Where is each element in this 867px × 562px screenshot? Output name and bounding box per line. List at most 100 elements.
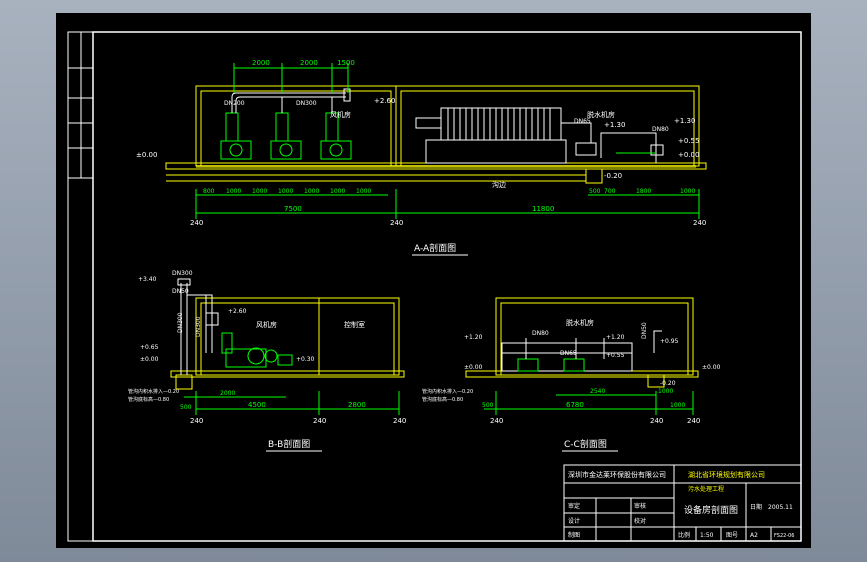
tb-value-scale: 1:50 [700, 532, 714, 539]
cc-sub-dim: 2540 [590, 388, 605, 395]
cc-room-label: 脱水机房 [566, 318, 594, 327]
tb-label: 审核 [634, 502, 646, 510]
cc-pipe-label: DN80 [532, 330, 549, 337]
cc-dim: 1000 [670, 402, 685, 409]
aa-blower-1 [220, 112, 252, 160]
cc-elevation: +0.55 [606, 352, 625, 359]
cc-elevation: -0.20 [660, 380, 676, 387]
bb-floor-slab [170, 370, 405, 378]
aa-bottom-dim: 1000 [278, 188, 293, 195]
aa-top-dim-line [233, 63, 349, 93]
bb-pipe-label: DN300 [172, 270, 193, 277]
cc-dim: 6780 [566, 401, 584, 409]
bb-note: 管沟内积水排入—0.20 [128, 388, 179, 395]
aa-blower-2 [270, 112, 302, 160]
aa-pump-set [575, 132, 664, 163]
bb-room-label: 风机房 [256, 320, 277, 329]
aa-blower-3 [320, 112, 352, 160]
aa-filter-press [415, 107, 592, 164]
aa-pipe-label: DN200 [224, 100, 245, 107]
cc-pipe-label: DN50 [641, 322, 648, 339]
aa-dewater-room-inner [400, 90, 695, 167]
aa-wall-mark: 240 [190, 219, 203, 227]
cc-elevation: +1.20 [606, 334, 625, 341]
bb-wall-mark: 240 [190, 417, 203, 425]
cc-equipment [501, 330, 662, 372]
section-aa: 2000 2000 1500 DN200 DN300 DN65 DN80 风机房… [136, 59, 707, 256]
aa-wall-mark: 240 [390, 219, 403, 227]
aa-elevation: -0.20 [604, 172, 622, 180]
aa-trench-label: 沟边 [492, 180, 506, 189]
bb-wall-mark: 240 [313, 417, 326, 425]
bb-dim: 2800 [348, 401, 366, 409]
tb-label: 审定 [568, 502, 580, 510]
aa-section-title: A-A剖面图 [414, 242, 456, 254]
aa-pipe-label: DN80 [652, 126, 669, 133]
aa-bottom-dim: 1000 [304, 188, 319, 195]
aa-room-label: 脱水机房 [587, 110, 615, 119]
tb-value-number: FS22-06 [774, 533, 795, 539]
aa-elevation: +0.55 [678, 137, 699, 145]
bb-elevation: +3.40 [138, 276, 157, 283]
aa-elevation: +1.30 [604, 121, 625, 129]
aa-bottom-dim: 1000 [680, 188, 695, 195]
bb-elevation: ±0.00 [140, 356, 159, 363]
aa-trench [585, 168, 603, 184]
aa-span-dim: 11800 [532, 205, 554, 213]
tb-label: 图号 [726, 532, 738, 539]
aa-bottom-dim: 500 [589, 188, 601, 195]
cc-wall-mark: 240 [650, 417, 663, 425]
aa-pipe-label: DN300 [296, 100, 317, 107]
drawing-name: 设备房剖面图 [684, 504, 738, 516]
aa-elevation: ±0.00 [136, 151, 157, 159]
bb-blower [221, 332, 293, 368]
cc-elevation: ±0.00 [464, 364, 483, 371]
aa-elevation: +0.00 [678, 151, 699, 159]
aa-bottom-dim: 1800 [636, 188, 651, 195]
tb-label: 制图 [568, 531, 580, 539]
aa-wall-mark: 240 [693, 219, 706, 227]
drawing-canvas: 2000 2000 1500 DN200 DN300 DN65 DN80 风机房… [67, 31, 802, 542]
bb-dim: 4500 [248, 401, 266, 409]
bb-elevation: +0.65 [140, 344, 159, 351]
cc-elevation: ±0.00 [702, 364, 721, 371]
tb-label: 设计 [568, 517, 580, 525]
cc-wall-mark: 240 [490, 417, 503, 425]
bb-dim: 2000 [220, 390, 235, 397]
tb-value-size: A2 [750, 532, 758, 539]
aa-bottom-dim-line [195, 189, 700, 219]
cc-note: 管沟内积水排入—0.20 [422, 388, 473, 395]
aa-bottom-dim: 1000 [330, 188, 345, 195]
bb-section-title: B-B剖面图 [268, 438, 310, 450]
cc-pipe-label: DN65 [560, 350, 577, 357]
cad-viewport: 2000 2000 1500 DN200 DN300 DN65 DN80 风机房… [0, 0, 867, 562]
aa-bottom-dim: 700 [604, 188, 616, 195]
bb-pipe-label: DN300 [195, 316, 202, 337]
bb-note: 管沟底标高—0.80 [128, 396, 169, 403]
aa-elevation: +2.60 [374, 97, 395, 105]
aa-room-label: 风机房 [330, 110, 351, 119]
aa-top-dim: 2000 [252, 59, 270, 67]
bb-pipe-label: DN50 [172, 288, 189, 295]
project-sub: 污水处理工程 [688, 485, 724, 493]
cc-room-outline [495, 297, 694, 376]
aa-top-dim: 1500 [337, 59, 355, 67]
drawing-sheet: 2000 2000 1500 DN200 DN300 DN65 DN80 风机房… [56, 13, 811, 548]
cc-elevation: +0.95 [660, 338, 679, 345]
aa-pipe-label: DN65 [574, 118, 591, 125]
section-cc: +1.20 +1.20 +0.95 +0.55 ±0.00 ±0.00 -0.2… [422, 297, 721, 452]
bb-dim-line [184, 391, 400, 415]
company-left: 深圳市金达莱环保股份有限公司 [568, 470, 666, 479]
bb-control-room-outline [318, 297, 400, 376]
bb-dim: 500 [180, 404, 192, 411]
aa-bottom-dim: 1000 [252, 188, 267, 195]
cc-dim: 500 [482, 402, 494, 409]
company-right: 湖北省环境规划有限公司 [688, 470, 765, 479]
aa-elevation: +1.30 [674, 117, 695, 125]
aa-bottom-dim: 800 [203, 188, 215, 195]
tb-label: 校对 [634, 517, 646, 525]
cc-sub-dim: 1000 [658, 388, 673, 395]
cc-section-title: C-C剖面图 [564, 438, 607, 450]
bb-pipe-label: DN300 [177, 312, 184, 333]
aa-span-dim: 7500 [284, 205, 302, 213]
